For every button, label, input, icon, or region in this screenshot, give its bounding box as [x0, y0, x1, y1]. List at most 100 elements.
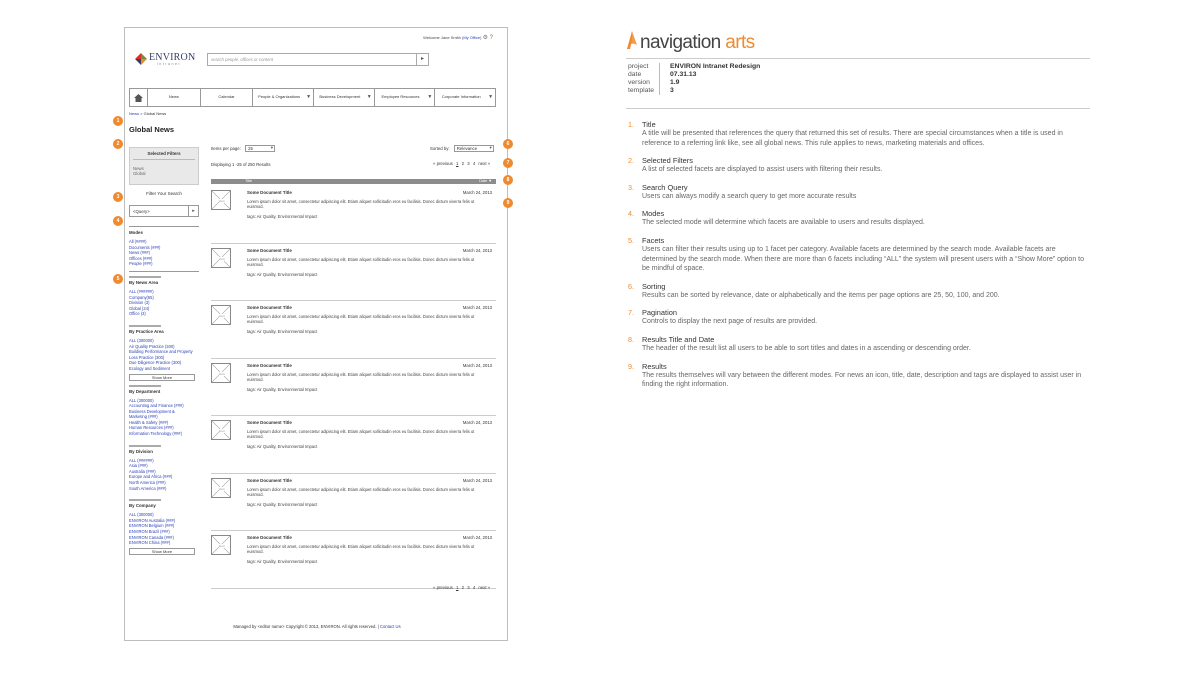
note-title: Results Title and Date	[642, 334, 715, 344]
pager-next[interactable]: next »	[478, 161, 490, 166]
annotation-note: 5. Facets Users can filter their results u…	[628, 236, 1088, 274]
show-more-button[interactable]: Show More	[129, 373, 195, 381]
pager-page[interactable]: 3	[467, 585, 469, 590]
chevron-down-icon: ▼	[366, 94, 372, 100]
breadcrumb-news-link[interactable]: News	[129, 111, 139, 116]
badge-6: 6	[503, 139, 513, 149]
pager-page[interactable]: 3	[467, 161, 469, 166]
result-thumbnail[interactable]: icon	[211, 305, 231, 325]
note-number: 5.	[628, 235, 634, 245]
meta-value: 3	[670, 87, 674, 94]
result-title[interactable]: Some Document Title	[247, 248, 292, 253]
result-title[interactable]: Some Document Title	[247, 305, 292, 310]
pager-next[interactable]: next »	[478, 585, 490, 590]
result-row: icon Some Document Title March 24, 2013 Lor…	[211, 474, 496, 531]
pager-bottom: « previous 1 2 3 4 next »	[431, 585, 490, 590]
selected-filter[interactable]: Global	[133, 171, 195, 176]
project-meta: project ENVIRON Intranet Redesign date 07.3…	[628, 63, 760, 95]
result-thumbnail[interactable]: icon	[211, 477, 231, 498]
thumbnail-label: icon	[219, 199, 225, 203]
note-number: 1.	[628, 120, 634, 129]
global-search-input[interactable]: search people, offices or content ▸	[207, 53, 429, 66]
items-per-page-label: Items per page:	[211, 146, 241, 151]
sort-by-select[interactable]: Relevance ▾	[453, 145, 494, 152]
nav-item-news[interactable]: News	[147, 89, 200, 106]
sort-title-header[interactable]: Title	[245, 179, 252, 184]
nav-item-business[interactable]: Business Development ▼	[313, 89, 374, 106]
result-title[interactable]: Some Document Title	[247, 363, 292, 368]
pager-page[interactable]: 2	[462, 585, 464, 590]
result-title[interactable]: Some Document Title	[247, 535, 292, 540]
show-more-button[interactable]: Show More	[129, 547, 195, 555]
chevron-down-icon: ▾	[270, 145, 274, 150]
result-description: Lorem ipsum dolor sit amet, consectetur …	[247, 429, 475, 440]
pager-page[interactable]: 4	[473, 585, 475, 590]
note-description: Results can be sorted by relevance, date…	[642, 291, 1000, 299]
result-title[interactable]: Some Document Title	[247, 420, 292, 425]
facet-link[interactable]: Ecology and Sediment	[129, 366, 201, 372]
nav-item-people[interactable]: People & Organizations ▼	[252, 89, 313, 106]
result-thumbnail[interactable]: icon	[211, 247, 231, 268]
badge-1: 1	[113, 116, 123, 126]
mode-link[interactable]: People (###)	[129, 261, 201, 267]
facet-groups: By News Area ALL (######) Company(55) Divis…	[129, 275, 201, 555]
result-thumbnail[interactable]: icon	[211, 362, 231, 383]
nav-home[interactable]	[130, 89, 147, 106]
note-number: 4.	[628, 209, 634, 219]
chevron-down-icon: ▾	[489, 145, 492, 150]
pager-page[interactable]: 1	[456, 585, 458, 590]
pager-prev[interactable]: « previous	[433, 585, 453, 590]
result-row: icon Some Document Title March 24, 2013 Lor…	[211, 416, 496, 474]
result-thumbnail[interactable]: icon	[211, 190, 231, 210]
breadcrumb-current: Global News	[143, 111, 167, 116]
modes-header: Modes	[129, 230, 143, 235]
result-title[interactable]: Some Document Title	[247, 190, 292, 195]
arrow-right-icon[interactable]: ▸	[188, 206, 198, 216]
meta-key: version	[628, 79, 660, 87]
result-thumbnail[interactable]: icon	[211, 535, 231, 555]
annotation-note: 8. Results Title and Date The header of th…	[628, 335, 1088, 354]
divider	[129, 270, 199, 272]
my-office-link[interactable]: (My Office)	[462, 35, 481, 40]
result-thumbnail[interactable]: icon	[211, 420, 231, 440]
pager-page[interactable]: 1	[456, 161, 458, 166]
query-input[interactable]: <Query> ▸	[129, 205, 199, 217]
note-number: 7.	[628, 308, 634, 318]
nav-item-calendar[interactable]: Calendar	[199, 89, 253, 106]
navigation-arts-logo-icon	[627, 31, 637, 49]
main-nav: News Calendar People & Organizations ▼ Bu…	[129, 88, 496, 107]
sort-by-label: Sorted by:	[430, 146, 450, 151]
facet-group-header: By Division	[129, 448, 153, 454]
items-per-page: Items per page: 25 ▾	[211, 145, 276, 152]
results-header: Title Date ▼	[211, 179, 496, 184]
footer: Managed by <editor name> Copyright © 201…	[125, 624, 509, 629]
pager-page[interactable]: 4	[473, 161, 475, 166]
contact-us-link[interactable]: Contact Us	[380, 624, 401, 629]
result-title[interactable]: Some Document Title	[247, 478, 292, 483]
pager-page[interactable]: 2	[462, 161, 464, 166]
nav-item-employee[interactable]: Employee Resources ▼	[373, 89, 435, 106]
items-per-page-select[interactable]: 25 ▾	[245, 145, 276, 152]
facet-link[interactable]: Building Performance and Property	[129, 349, 201, 355]
result-row: icon Some Document Title March 24, 2013 Lor…	[211, 531, 496, 589]
result-date: March 24, 2013	[462, 477, 492, 483]
annotation-note: 7. Pagination Controls to display the next…	[628, 308, 1088, 327]
nav-label: News	[168, 94, 179, 100]
nav-item-corporate[interactable]: Corporate Information ▼	[434, 89, 495, 106]
result-date: March 24, 2013	[462, 362, 492, 368]
badge-9: 9	[503, 198, 513, 208]
pager-prev[interactable]: « previous	[433, 161, 453, 166]
annotation-note: 9. Results The results themselves will var…	[628, 362, 1088, 390]
badge-2: 2	[113, 139, 123, 149]
note-description: A list of selected facets are displayed …	[642, 166, 883, 174]
arrow-right-icon[interactable]: ▸	[416, 54, 428, 65]
facet-link[interactable]: ENVIRON China (###)	[129, 540, 201, 546]
filter-search-label: Filter Your Search	[146, 191, 182, 196]
sort-date-header[interactable]: Date ▼	[479, 179, 492, 184]
settings-help-icons[interactable]: ⚙ ?	[483, 35, 493, 41]
note-title: Selected Filters	[642, 156, 693, 166]
result-date: March 24, 2013	[462, 190, 492, 195]
note-number: 9.	[628, 361, 634, 371]
